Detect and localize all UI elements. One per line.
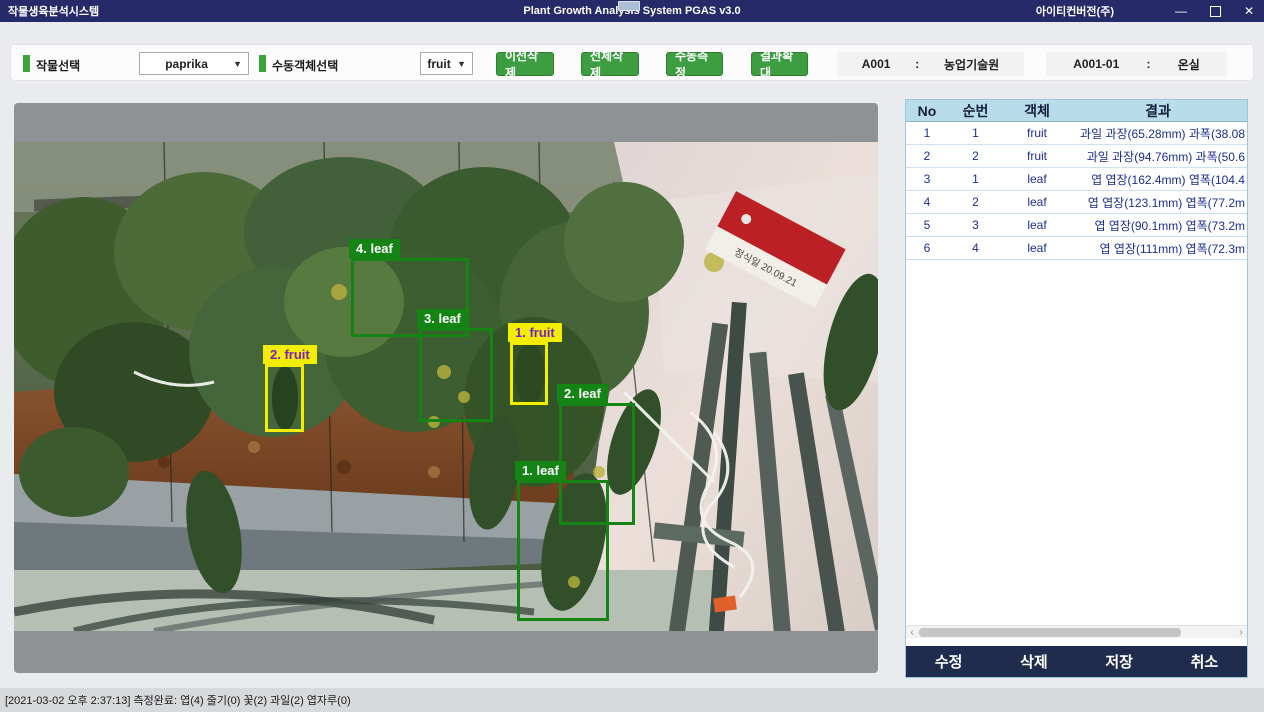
cell-object: fruit bbox=[1003, 149, 1071, 163]
bbox-label: 2. leaf bbox=[557, 384, 608, 403]
table-row[interactable]: 6 4 leaf 엽 엽장(111mm) 엽폭(72.3m bbox=[906, 237, 1247, 260]
chevron-down-icon: ▼ bbox=[457, 59, 472, 69]
house-separator: : bbox=[1146, 57, 1150, 71]
bbox-2-fruit[interactable]: 2. fruit bbox=[265, 364, 304, 432]
title-bar: 작물생육분석시스템 Plant Growth Analysis System P… bbox=[0, 0, 1264, 22]
status-bar: [2021-03-02 오후 2:37:13] 측정완료: 엽(4) 줄기(0)… bbox=[0, 688, 1264, 712]
window-controls: — ✕ bbox=[1172, 0, 1258, 22]
table-row[interactable]: 3 1 leaf 엽 엽장(162.4mm) 엽폭(104.4 bbox=[906, 168, 1247, 191]
bbox-label: 3. leaf bbox=[417, 309, 468, 328]
bbox-label: 1. leaf bbox=[515, 461, 566, 480]
bbox-border bbox=[517, 480, 609, 621]
bbox-1-fruit[interactable]: 1. fruit bbox=[510, 342, 548, 405]
table-row[interactable]: 4 2 leaf 엽 엽장(123.1mm) 엽폭(77.2m bbox=[906, 191, 1247, 214]
bbox-label: 1. fruit bbox=[508, 323, 562, 342]
cell-no: 4 bbox=[906, 195, 948, 209]
bbox-3-leaf[interactable]: 3. leaf bbox=[419, 328, 493, 422]
cell-seq: 1 bbox=[948, 172, 1003, 186]
cell-no: 1 bbox=[906, 126, 948, 140]
company-name: 아이티컨버전(주) bbox=[1036, 3, 1114, 19]
bbox-border bbox=[510, 342, 548, 405]
cell-seq: 1 bbox=[948, 126, 1003, 140]
cell-no: 3 bbox=[906, 172, 948, 186]
cell-no: 5 bbox=[906, 218, 948, 232]
window-preview-artifact bbox=[618, 1, 640, 11]
cell-result: 과일 과장(94.76mm) 과폭(50.6 bbox=[1071, 148, 1247, 165]
crop-select-label: 작물선택 bbox=[36, 57, 80, 74]
cell-object: leaf bbox=[1003, 195, 1071, 209]
delete-all-button[interactable]: 전체삭제 bbox=[581, 52, 639, 76]
cell-result: 엽 엽장(162.4mm) 엽폭(104.4 bbox=[1071, 171, 1247, 188]
minimize-icon[interactable]: — bbox=[1172, 2, 1190, 20]
site-separator: : bbox=[915, 57, 919, 71]
cell-seq: 2 bbox=[948, 195, 1003, 209]
cell-object: fruit bbox=[1003, 126, 1071, 140]
cell-seq: 2 bbox=[948, 149, 1003, 163]
house-info-box: A001-01 : 온실 bbox=[1046, 52, 1227, 76]
manual-measure-button[interactable]: 수동측정 bbox=[666, 52, 723, 76]
header-object: 객체 bbox=[1003, 101, 1071, 121]
cell-result: 과일 과장(65.28mm) 과폭(38.08 bbox=[1071, 125, 1247, 142]
annotation-layer[interactable]: 4. leaf 3. leaf 1. fruit 2. fruit 2. leaf 1. … bbox=[14, 103, 878, 673]
table-header-row: No 순번 객체 결과 bbox=[906, 100, 1247, 122]
panel-gap bbox=[906, 638, 1247, 646]
table-empty-area bbox=[906, 260, 1247, 625]
bbox-label: 4. leaf bbox=[349, 239, 400, 258]
status-text: [2021-03-02 오후 2:37:13] 측정완료: 엽(4) 줄기(0)… bbox=[5, 692, 351, 708]
bbox-label: 2. fruit bbox=[263, 345, 317, 364]
manual-object-dropdown[interactable]: fruit ▼ bbox=[420, 52, 473, 75]
header-result: 결과 bbox=[1071, 101, 1247, 121]
table-row[interactable]: 2 2 fruit 과일 과장(94.76mm) 과폭(50.6 bbox=[906, 145, 1247, 168]
action-bar: 수정 삭제 저장 취소 bbox=[906, 646, 1247, 677]
manual-object-value: fruit bbox=[421, 57, 457, 71]
cell-result: 엽 엽장(111mm) 엽폭(72.3m bbox=[1071, 240, 1247, 257]
delete-previous-button[interactable]: 이전삭제 bbox=[496, 52, 554, 76]
scroll-right-icon[interactable]: › bbox=[1235, 626, 1247, 639]
cell-object: leaf bbox=[1003, 218, 1071, 232]
site-code: A001 bbox=[862, 57, 891, 71]
bbox-border bbox=[265, 364, 304, 432]
edit-button[interactable]: 수정 bbox=[906, 646, 991, 677]
result-table-panel: No 순번 객체 결과 1 1 fruit 과일 과장(65.28mm) 과폭(… bbox=[905, 99, 1248, 678]
chevron-down-icon: ▼ bbox=[233, 59, 248, 69]
close-icon[interactable]: ✕ bbox=[1240, 2, 1258, 20]
enlarge-result-button[interactable]: 결과확대 bbox=[751, 52, 808, 76]
bbox-1-leaf[interactable]: 1. leaf bbox=[517, 480, 609, 621]
bbox-border bbox=[419, 328, 493, 422]
maximize-icon[interactable] bbox=[1206, 2, 1224, 20]
house-name: 온실 bbox=[1178, 56, 1200, 73]
horizontal-scrollbar[interactable]: ‹ › bbox=[906, 625, 1247, 638]
house-code: A001-01 bbox=[1073, 57, 1119, 71]
crop-select-accent-bar bbox=[23, 55, 30, 72]
cancel-button[interactable]: 취소 bbox=[1162, 646, 1247, 677]
site-name: 농업기술원 bbox=[944, 56, 999, 73]
crop-select-value: paprika bbox=[140, 57, 233, 71]
scroll-left-icon[interactable]: ‹ bbox=[906, 626, 918, 639]
cell-seq: 4 bbox=[948, 241, 1003, 255]
cell-seq: 3 bbox=[948, 218, 1003, 232]
manual-object-accent-bar bbox=[259, 55, 266, 72]
maximize-box bbox=[1210, 6, 1221, 17]
cell-result: 엽 엽장(123.1mm) 엽폭(77.2m bbox=[1071, 194, 1247, 211]
table-row[interactable]: 5 3 leaf 엽 엽장(90.1mm) 엽폭(73.2m bbox=[906, 214, 1247, 237]
scrollbar-thumb[interactable] bbox=[919, 628, 1181, 637]
camera-image-panel[interactable]: 정식일 20.09.21 4. leaf3. leaf1. fruit2. fr… bbox=[14, 103, 878, 673]
cell-object: leaf bbox=[1003, 241, 1071, 255]
cell-no: 6 bbox=[906, 241, 948, 255]
manual-object-label: 수동객체선택 bbox=[272, 57, 338, 74]
delete-button[interactable]: 삭제 bbox=[991, 646, 1076, 677]
save-button[interactable]: 저장 bbox=[1077, 646, 1162, 677]
table-row[interactable]: 1 1 fruit 과일 과장(65.28mm) 과폭(38.08 bbox=[906, 122, 1247, 145]
header-no: No bbox=[906, 103, 948, 119]
toolbar: 작물선택 paprika ▼ 수동객체선택 fruit ▼ 이전삭제 전체삭제 … bbox=[10, 44, 1254, 81]
cell-result: 엽 엽장(90.1mm) 엽폭(73.2m bbox=[1071, 217, 1247, 234]
cell-object: leaf bbox=[1003, 172, 1071, 186]
site-info-box: A001 : 농업기술원 bbox=[837, 52, 1024, 76]
cell-no: 2 bbox=[906, 149, 948, 163]
crop-select-dropdown[interactable]: paprika ▼ bbox=[139, 52, 249, 75]
header-seq: 순번 bbox=[948, 101, 1003, 121]
